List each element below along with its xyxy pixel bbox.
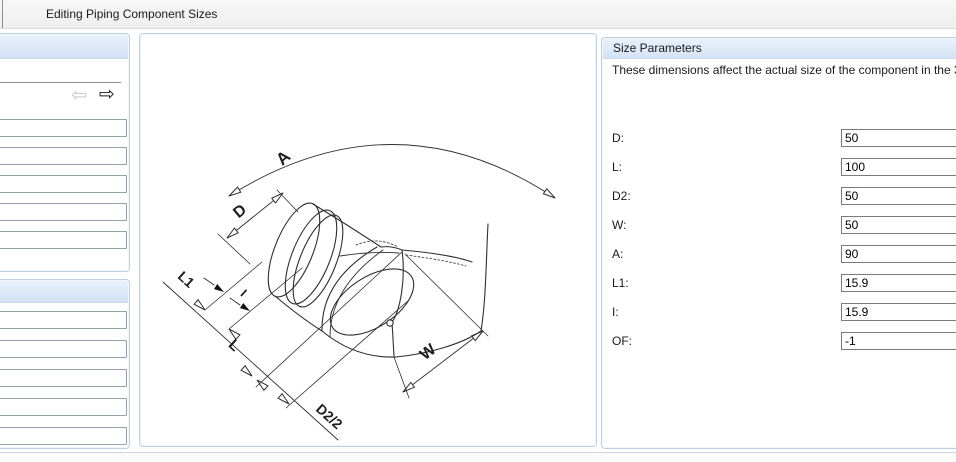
field-input-l1[interactable]	[841, 274, 956, 292]
left-panel-2-input-2[interactable]	[0, 340, 127, 358]
field-input-d[interactable]	[841, 129, 956, 147]
field-label-i: I:	[612, 305, 619, 319]
left-panel-1-input-4[interactable]	[0, 203, 127, 221]
left-panel-2-input-1[interactable]	[0, 311, 127, 329]
field-input-w[interactable]	[841, 216, 956, 234]
left-panel-2-input-4[interactable]	[0, 398, 127, 416]
window-bottom-strip	[0, 453, 956, 462]
field-label-l: L:	[612, 160, 623, 174]
window-edge-line	[2, 0, 3, 28]
title-bar: Editing Piping Component Sizes	[0, 0, 956, 29]
left-properties-panel: ⇦ ⇨	[0, 33, 130, 272]
back-arrow-icon[interactable]: ⇦	[71, 86, 87, 105]
left-panel-1-input-1[interactable]	[0, 119, 127, 137]
field-label-d2: D2:	[612, 189, 631, 203]
field-label-of: OF:	[612, 334, 632, 348]
left-lower-panel	[0, 279, 130, 449]
field-input-l[interactable]	[841, 158, 956, 176]
size-parameters-title: Size Parameters	[613, 41, 702, 55]
size-parameters-description: These dimensions affect the actual size …	[612, 63, 956, 77]
field-label-a: A:	[612, 247, 624, 261]
field-input-a[interactable]	[841, 245, 956, 263]
page-title: Editing Piping Component Sizes	[46, 7, 218, 21]
size-parameters-header: Size Parameters	[603, 39, 956, 59]
left-panel-2-header	[0, 281, 128, 303]
field-label-d: D:	[612, 131, 624, 145]
size-parameters-panel: Size Parameters These dimensions affect …	[601, 37, 956, 449]
field-input-d2[interactable]	[841, 187, 956, 205]
left-panel-2-input-5[interactable]	[0, 427, 127, 445]
left-panel-1-header	[0, 35, 128, 59]
field-input-i[interactable]	[841, 303, 956, 321]
left-panel-2-input-3[interactable]	[0, 369, 127, 387]
field-label-w: W:	[612, 218, 627, 232]
forward-arrow-icon[interactable]: ⇨	[99, 85, 115, 104]
left-panel-1-input-3[interactable]	[0, 175, 127, 193]
field-input-of[interactable]	[841, 332, 956, 350]
left-panel-1-input-5[interactable]	[0, 231, 127, 249]
component-preview-panel	[139, 33, 597, 447]
field-label-l1: L1:	[612, 276, 629, 290]
left-panel-1-input-2[interactable]	[0, 147, 127, 165]
